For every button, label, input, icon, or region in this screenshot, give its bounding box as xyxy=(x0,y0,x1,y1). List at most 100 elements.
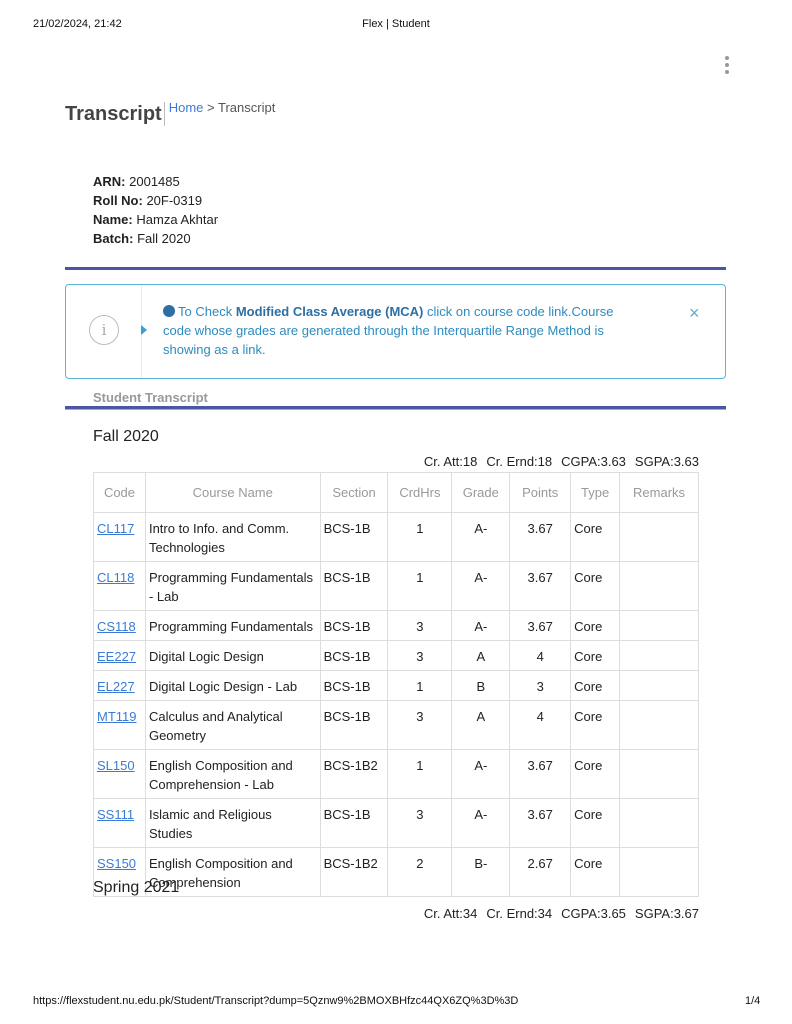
table-row: EL227 Digital Logic Design - Lab BCS-1B … xyxy=(93,670,699,701)
course-name: Digital Logic Design xyxy=(144,640,321,671)
remarks xyxy=(619,700,699,750)
type: Core xyxy=(570,798,621,848)
section: BCS-1B xyxy=(319,798,389,848)
section: BCS-1B2 xyxy=(319,847,389,897)
header-code: Code xyxy=(93,472,146,513)
cr-ernd: Cr. Ernd:18 xyxy=(486,454,553,469)
remarks xyxy=(619,670,699,701)
breadcrumb-current: Transcript xyxy=(218,100,276,115)
table-row: CS118 Programming Fundamentals BCS-1B 3 … xyxy=(93,610,699,641)
mca-info-alert: i To Check Modified Class Average (MCA) … xyxy=(65,284,726,379)
course-name: Islamic and Religious Studies xyxy=(144,798,321,848)
bullet-dot-icon xyxy=(163,305,175,317)
info-icon: i xyxy=(89,315,119,345)
name-value: Hamza Akhtar xyxy=(136,212,219,227)
section: BCS-1B xyxy=(319,512,389,562)
credit-hours: 2 xyxy=(387,847,453,897)
term-stats: Cr. Att:34 Cr. Ernd:34 CGPA:3.65 SGPA:3.67 xyxy=(93,906,699,921)
cgpa: CGPA:3.63 xyxy=(561,454,626,469)
breadcrumb-home-link[interactable]: Home xyxy=(169,100,204,115)
points: 3.67 xyxy=(509,610,572,641)
course-code-link[interactable]: EL227 xyxy=(97,679,135,694)
table-row: SS111 Islamic and Religious Studies BCS-… xyxy=(93,798,699,848)
remarks xyxy=(619,610,699,641)
course-code-link[interactable]: SS111 xyxy=(97,807,134,822)
credit-hours: 3 xyxy=(387,700,453,750)
type: Core xyxy=(570,561,621,611)
table-row: CL117 Intro to Info. and Comm. Technolog… xyxy=(93,512,699,562)
section: BCS-1B2 xyxy=(319,749,389,799)
points: 2.67 xyxy=(509,847,572,897)
type: Core xyxy=(570,610,621,641)
grade: A- xyxy=(451,561,511,611)
header-grade: Grade xyxy=(451,472,511,513)
cgpa: CGPA:3.65 xyxy=(561,906,626,921)
cr-att: Cr. Att:18 xyxy=(423,454,478,469)
remarks xyxy=(619,749,699,799)
arn-label: ARN: xyxy=(93,174,126,189)
close-icon[interactable]: × xyxy=(689,303,700,324)
header-crdhrs: CrdHrs xyxy=(387,472,453,513)
course-code-link[interactable]: EE227 xyxy=(97,649,136,664)
remarks xyxy=(619,561,699,611)
course-code-link[interactable]: CL117 xyxy=(97,521,134,536)
points: 3.67 xyxy=(509,749,572,799)
section: BCS-1B xyxy=(319,561,389,611)
course-name: Calculus and Analytical Geometry xyxy=(144,700,321,750)
grade: A- xyxy=(451,512,511,562)
title-row: Transcript Home > Transcript xyxy=(65,100,275,126)
course-code-link[interactable]: MT119 xyxy=(97,709,137,724)
table-row: CL118 Programming Fundamentals - Lab BCS… xyxy=(93,561,699,611)
header-points: Points xyxy=(509,472,572,513)
points: 3.67 xyxy=(509,798,572,848)
alert-message: To Check Modified Class Average (MCA) cl… xyxy=(163,302,623,359)
roll-value: 20F-0319 xyxy=(146,193,203,208)
course-code-link[interactable]: SL150 xyxy=(97,758,135,773)
breadcrumb-separator: > xyxy=(207,100,215,115)
print-page-number: 1/4 xyxy=(745,995,761,1007)
course-name: Digital Logic Design - Lab xyxy=(144,670,321,701)
course-code-link[interactable]: CS118 xyxy=(97,619,136,634)
course-code-link[interactable]: SS150 xyxy=(97,856,136,871)
table-header-row: Code Course Name Section CrdHrs Grade Po… xyxy=(93,472,699,513)
table-row: EE227 Digital Logic Design BCS-1B 3 A 4 … xyxy=(93,640,699,671)
table-row: MT119 Calculus and Analytical Geometry B… xyxy=(93,700,699,750)
course-name: Intro to Info. and Comm. Technologies xyxy=(144,512,321,562)
type: Core xyxy=(570,640,621,671)
grade: A- xyxy=(451,798,511,848)
batch-label: Batch: xyxy=(93,231,134,246)
credit-hours: 1 xyxy=(387,561,453,611)
alert-bold-text: Modified Class Average (MCA) xyxy=(235,304,424,319)
breadcrumb: Home > Transcript xyxy=(169,98,276,118)
course-code-link[interactable]: CL118 xyxy=(97,570,134,585)
points: 4 xyxy=(509,700,572,750)
type: Core xyxy=(570,512,621,562)
grade: A xyxy=(451,640,511,671)
print-title: Flex | Student xyxy=(362,18,430,30)
remarks xyxy=(619,640,699,671)
roll-label: Roll No: xyxy=(93,193,143,208)
cr-ernd: Cr. Ernd:34 xyxy=(486,906,553,921)
table-row: SS150 English Composition and Comprehens… xyxy=(93,847,699,897)
more-options-icon[interactable] xyxy=(722,56,732,78)
remarks xyxy=(619,798,699,848)
grade: B- xyxy=(451,847,511,897)
points: 3 xyxy=(509,670,572,701)
batch-value: Fall 2020 xyxy=(137,231,191,246)
course-name: Programming Fundamentals xyxy=(144,610,321,641)
arn-value: 2001485 xyxy=(129,174,180,189)
section: BCS-1B xyxy=(319,700,389,750)
divider xyxy=(65,267,726,270)
term-title: Spring 2021 xyxy=(93,879,180,896)
credit-hours: 3 xyxy=(387,798,453,848)
section-label: Student Transcript xyxy=(93,390,208,405)
credit-hours: 1 xyxy=(387,512,453,562)
course-name: Programming Fundamentals - Lab xyxy=(144,561,321,611)
section: BCS-1B xyxy=(319,670,389,701)
name-label: Name: xyxy=(93,212,133,227)
header-type: Type xyxy=(570,472,621,513)
type: Core xyxy=(570,670,621,701)
sgpa: SGPA:3.63 xyxy=(634,454,699,469)
sgpa: SGPA:3.67 xyxy=(634,906,699,921)
type: Core xyxy=(570,749,621,799)
